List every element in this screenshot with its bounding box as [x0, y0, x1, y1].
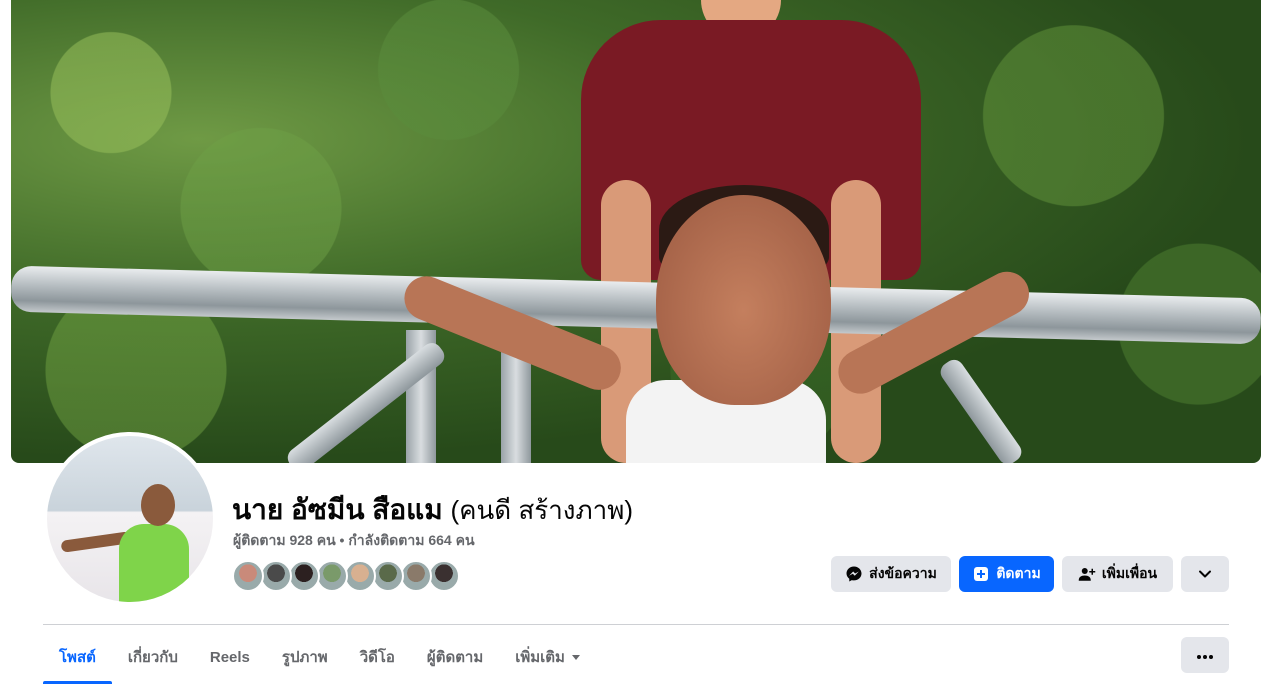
- cover-photo[interactable]: [11, 0, 1261, 463]
- profile-dropdown-button[interactable]: [1181, 556, 1229, 592]
- profile-avatar[interactable]: [43, 432, 217, 606]
- add-friend-button[interactable]: เพิ่มเพื่อน: [1062, 556, 1173, 592]
- follow-button-label: ติดตาม: [996, 565, 1041, 581]
- profile-tabs: โพสต์ เกี่ยวกับ Reels รูปภาพ วิดีโอ ผู้ต…: [43, 630, 597, 684]
- friends-preview[interactable]: [232, 560, 460, 594]
- more-options-button[interactable]: [1181, 637, 1229, 673]
- tab-label: Reels: [209, 648, 250, 666]
- add-friend-icon: [1078, 565, 1096, 583]
- tab-photos[interactable]: รูปภาพ: [266, 630, 344, 684]
- header-divider: [43, 624, 1229, 625]
- friend-avatar[interactable]: [428, 560, 460, 592]
- avatar-photo: [47, 436, 213, 602]
- tab-about[interactable]: เกี่ยวกับ: [112, 630, 194, 684]
- friend-avatar[interactable]: [288, 560, 320, 592]
- follower-stats[interactable]: ผู้ติดตาม 928 คน • กำลังติดตาม 664 คน: [233, 530, 475, 552]
- friend-avatar[interactable]: [344, 560, 376, 592]
- caret-down-icon: [571, 649, 581, 666]
- cover-child-face: [656, 195, 831, 405]
- add-friend-button-label: เพิ่มเพื่อน: [1101, 565, 1158, 581]
- tab-label: โพสต์: [59, 649, 96, 666]
- message-button-label: ส่งข้อความ: [869, 565, 937, 581]
- tab-more[interactable]: เพิ่มเติม: [499, 630, 597, 684]
- tab-label: วิดีโอ: [359, 649, 395, 666]
- tab-label: รูปภาพ: [281, 649, 328, 666]
- follow-button[interactable]: ติดตาม: [959, 556, 1054, 592]
- tab-label: เกี่ยวกับ: [127, 649, 178, 666]
- messenger-icon: [845, 565, 863, 583]
- tab-label: ผู้ติดตาม: [426, 649, 484, 666]
- tab-reels[interactable]: Reels: [194, 630, 266, 684]
- friend-avatar[interactable]: [372, 560, 404, 592]
- ellipsis-icon: [1197, 646, 1213, 664]
- tab-videos[interactable]: วิดีโอ: [344, 630, 411, 684]
- profile-alternate-name: (คนดี สร้างภาพ): [450, 495, 634, 525]
- tab-label: เพิ่มเติม: [515, 649, 565, 666]
- follow-plus-icon: [972, 565, 990, 583]
- tab-posts[interactable]: โพสต์: [43, 630, 112, 684]
- chevron-down-icon: [1196, 565, 1214, 583]
- friend-avatar[interactable]: [260, 560, 292, 592]
- profile-name: นาย อัซมีน สือแม (คนดี สร้างภาพ): [232, 488, 633, 532]
- friend-avatar[interactable]: [400, 560, 432, 592]
- friend-avatar[interactable]: [316, 560, 348, 592]
- friend-avatar[interactable]: [232, 560, 264, 592]
- tab-followers[interactable]: ผู้ติดตาม: [411, 630, 499, 684]
- profile-name-text: นาย อัซมีน สือแม: [232, 494, 443, 525]
- message-button[interactable]: ส่งข้อความ: [831, 556, 951, 592]
